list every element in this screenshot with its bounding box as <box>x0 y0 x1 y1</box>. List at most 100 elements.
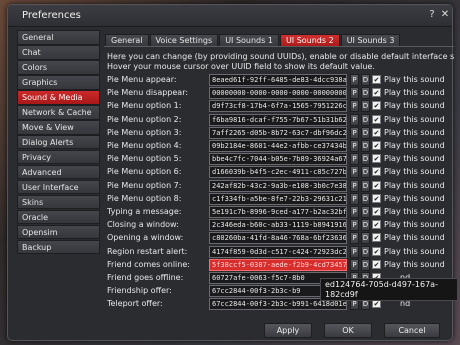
sidebar-item-chat[interactable]: Chat <box>17 44 100 60</box>
sidebar-item-dialog-alerts[interactable]: Dialog Alerts <box>17 134 100 150</box>
sound-uuid-input[interactable]: bbe4c7fc-7044-b05e-7b89-36924a6755 <box>209 153 347 166</box>
default-sound-button[interactable]: D <box>361 245 370 258</box>
preview-sound-button[interactable]: P <box>350 219 359 232</box>
sidebar-item-privacy[interactable]: Privacy <box>17 149 100 165</box>
play-sound-label: Play this sound <box>384 101 445 111</box>
preview-sound-button[interactable]: P <box>350 192 359 205</box>
sound-label: Friend goes offline: <box>107 273 184 282</box>
preview-sound-button[interactable]: P <box>350 179 359 192</box>
default-sound-button[interactable]: D <box>361 100 370 113</box>
preview-sound-button[interactable]: P <box>350 166 359 179</box>
default-sound-button[interactable]: D <box>361 219 370 232</box>
play-sound-label: Play this sound <box>384 114 445 124</box>
default-sound-button[interactable]: D <box>361 113 370 126</box>
default-sound-button[interactable]: D <box>361 206 370 218</box>
play-sound-checkbox[interactable]: ✔ <box>372 127 381 137</box>
default-sound-button[interactable]: D <box>361 192 370 205</box>
play-sound-checkbox[interactable]: ✔ <box>372 220 381 230</box>
play-sound-checkbox[interactable]: ✔ <box>372 180 381 190</box>
sidebar-item-general[interactable]: General <box>17 30 100 45</box>
sound-uuid-input[interactable]: f6ba9816-dcaf-f755-7b67-51b31b6233 <box>209 113 347 126</box>
play-sound-checkbox[interactable]: ✔ <box>372 259 381 269</box>
sound-uuid-input[interactable]: 09b2184e-8601-44e2-afbb-ce37434b8 <box>209 140 347 152</box>
play-sound-checkbox[interactable]: ✔ <box>372 154 381 164</box>
sound-uuid-input[interactable]: 7aff2265-d05b-8b72-63c7-dbf96dc2f21 <box>209 126 347 139</box>
apply-button[interactable]: Apply <box>264 323 312 338</box>
sidebar-item-colors[interactable]: Colors <box>17 59 100 75</box>
sound-label: Teleport offer: <box>107 299 163 309</box>
preview-sound-button[interactable]: P <box>350 87 359 100</box>
ok-button[interactable]: OK <box>324 323 372 338</box>
title-bar[interactable]: Preferences ? ✕ <box>8 5 452 27</box>
sidebar-item-advanced[interactable]: Advanced <box>17 164 100 180</box>
preview-sound-button[interactable]: P <box>350 258 359 271</box>
play-sound-checkbox[interactable]: ✔ <box>372 75 381 84</box>
sound-row: Pie Menu option 3: 7aff2265-d05b-8b72-63c… <box>104 126 454 139</box>
sidebar-item-opensim[interactable]: Opensim <box>17 224 100 240</box>
play-sound-label: Play this sound <box>384 259 445 269</box>
sound-uuid-input[interactable]: d9f73cf8-17b4-6f7a-1565-7951226c30 <box>209 100 347 113</box>
sidebar-item-oracle[interactable]: Oracle <box>17 209 100 225</box>
sidebar-item-sound-media[interactable]: Sound & Media <box>17 89 100 105</box>
sound-uuid-input[interactable]: 00000000-0000-0000-0000-000000000 <box>209 87 347 100</box>
preview-sound-button[interactable]: P <box>350 113 359 126</box>
sound-uuid-input[interactable]: 2c346eda-b60c-ab33-1119-b8941916a <box>209 219 347 232</box>
sound-uuid-input[interactable]: c1f334fb-a5be-8fe7-22b3-29631c21cf0 <box>209 192 347 205</box>
sidebar-item-skins[interactable]: Skins <box>17 194 100 210</box>
sound-label: Pie Menu option 2: <box>107 114 182 124</box>
sound-row: Typing a message: 5e191c7b-8996-9ced-a177… <box>104 206 454 218</box>
sound-row: Opening a window: c80260ba-41fd-8a46-768a… <box>104 232 454 245</box>
preview-sound-button[interactable]: P <box>350 153 359 166</box>
help-icon[interactable]: ? <box>426 9 438 21</box>
cancel-button[interactable]: Cancel <box>384 323 440 338</box>
preview-sound-button[interactable]: P <box>350 245 359 258</box>
sound-label: Pie Menu option 8: <box>107 193 182 203</box>
sound-label: Region restart alert: <box>107 246 188 256</box>
sound-uuid-input[interactable]: 242af82b-43c2-9a3b-e108-3b0c7e3849 <box>209 179 347 192</box>
sound-uuid-input[interactable]: 5f38ccf5-0387-aede-f2b9-4cd734577be <box>209 258 347 271</box>
preview-sound-button[interactable]: P <box>350 74 359 86</box>
play-sound-checkbox[interactable]: ✔ <box>372 88 381 98</box>
default-sound-button[interactable]: D <box>361 140 370 152</box>
play-sound-checkbox[interactable]: ✔ <box>372 207 381 216</box>
play-sound-checkbox[interactable]: ✔ <box>372 101 381 111</box>
sidebar-item-backup[interactable]: Backup <box>17 239 100 255</box>
preview-sound-button[interactable]: P <box>350 232 359 245</box>
play-sound-checkbox[interactable]: ✔ <box>372 193 381 203</box>
play-sound-label: Play this sound <box>384 167 445 177</box>
play-sound-label: Play this sound <box>384 180 445 190</box>
preview-sound-button[interactable]: P <box>350 100 359 113</box>
sound-uuid-input[interactable]: 8eaed61f-92ff-6485-de83-4dcc938a47 <box>209 74 347 86</box>
sound-label: Pie Menu option 6: <box>107 167 182 177</box>
play-sound-checkbox[interactable]: ✔ <box>372 246 381 256</box>
default-sound-button[interactable]: D <box>361 74 370 86</box>
play-sound-checkbox[interactable]: ✔ <box>372 167 381 177</box>
preview-sound-button[interactable]: P <box>350 140 359 152</box>
sound-uuid-input[interactable]: 4174f859-0d3d-c517-c424-72923dc21f6 <box>209 245 347 258</box>
default-sound-button[interactable]: D <box>361 87 370 100</box>
sidebar-item-graphics[interactable]: Graphics <box>17 74 100 90</box>
play-sound-checkbox[interactable]: ✔ <box>372 141 381 150</box>
sidebar-item-move-view[interactable]: Move & View <box>17 119 100 135</box>
sidebar-item-user-interface[interactable]: User Interface <box>17 179 100 195</box>
default-sound-button[interactable]: D <box>361 153 370 166</box>
default-sound-button[interactable]: D <box>361 232 370 245</box>
sound-label: Typing a message: <box>107 207 182 216</box>
sound-uuid-input[interactable]: 5e191c7b-8996-9ced-a177-b2ac32bfea <box>209 206 347 218</box>
sound-label: Pie Menu disappear: <box>107 88 189 98</box>
default-sound-button[interactable]: D <box>361 166 370 179</box>
sound-label: Friendship offer: <box>107 286 172 296</box>
sidebar-item-network-cache[interactable]: Network & Cache <box>17 104 100 120</box>
play-sound-checkbox[interactable]: ✔ <box>372 114 381 124</box>
default-sound-button[interactable]: D <box>361 179 370 192</box>
play-sound-checkbox[interactable]: ✔ <box>372 233 381 243</box>
sound-label: Friend comes online: <box>107 259 190 269</box>
close-icon[interactable]: ✕ <box>439 9 451 21</box>
preview-sound-button[interactable]: P <box>350 206 359 218</box>
preview-sound-button[interactable]: P <box>350 126 359 139</box>
play-sound-label: Play this sound <box>384 75 445 84</box>
default-sound-button[interactable]: D <box>361 126 370 139</box>
sound-uuid-input[interactable]: d166039b-b4f5-c2ec-4911-c85c727b01 <box>209 166 347 179</box>
default-sound-button[interactable]: D <box>361 258 370 271</box>
sound-uuid-input[interactable]: c80260ba-41fd-8a46-768a-6bf236360 <box>209 232 347 245</box>
